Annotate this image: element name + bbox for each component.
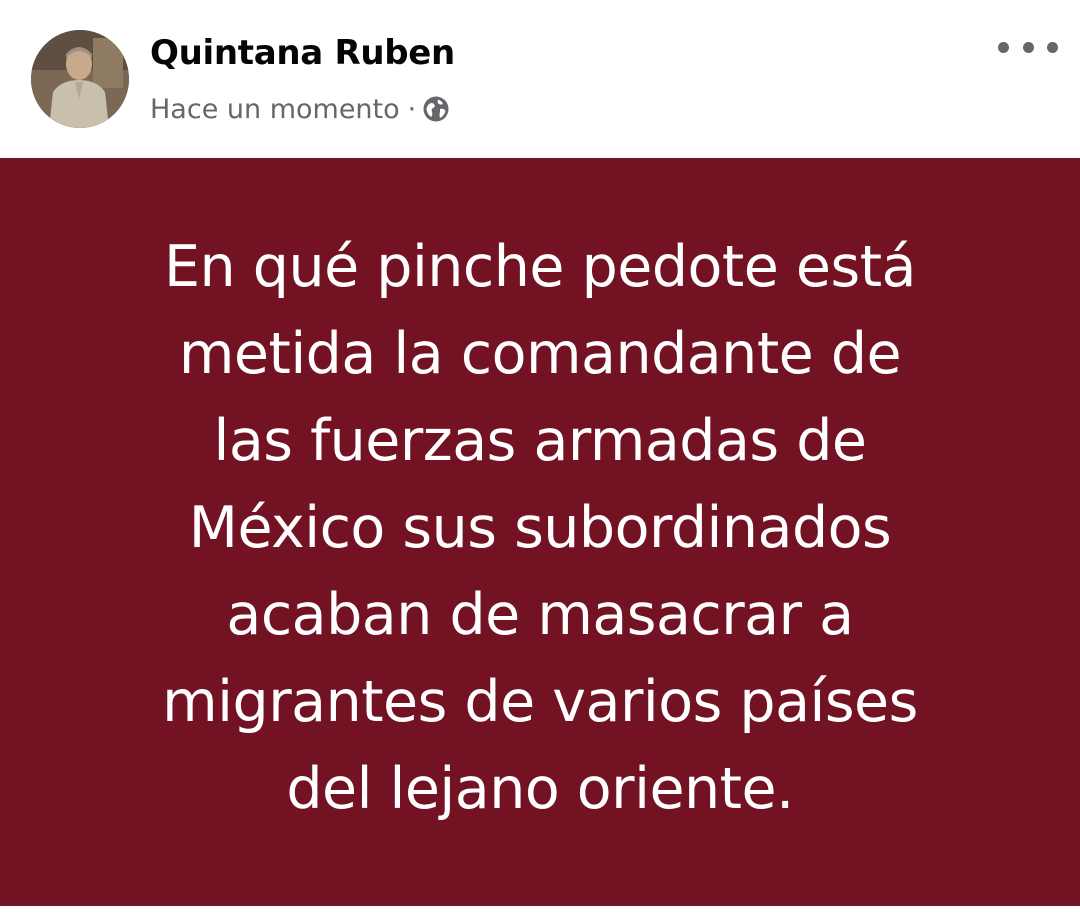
more-dot-icon [998, 41, 1009, 53]
post-text-line: metida la comandante de [178, 320, 902, 387]
author-avatar[interactable] [31, 30, 129, 128]
post-options-button[interactable] [998, 30, 1058, 64]
avatar-photo [31, 30, 129, 128]
post-text-line: del lejano oriente. [286, 755, 794, 822]
globe-icon[interactable] [422, 95, 450, 123]
post-bottom-edge [0, 906, 1080, 914]
more-dot-icon [1047, 41, 1058, 53]
post-text-line: migrantes de varios países [162, 668, 918, 735]
post-text: En qué pinche pedote está metida la coma… [60, 224, 1020, 833]
post-text-line: acaban de masacrar a [226, 581, 854, 648]
more-dot-icon [1022, 41, 1034, 53]
post-header: Quintana Ruben Hace un momento · [0, 0, 1080, 158]
post-meta: Hace un momento · [150, 90, 450, 128]
meta-separator: · [407, 93, 417, 125]
facebook-post: Quintana Ruben Hace un momento · En qué … [0, 0, 1080, 914]
post-text-line: En qué pinche pedote está [164, 233, 916, 300]
author-name[interactable]: Quintana Ruben [150, 31, 455, 75]
post-text-line: México sus subordinados [188, 494, 892, 561]
post-timestamp[interactable]: Hace un momento [150, 94, 400, 125]
colored-background-post: En qué pinche pedote está metida la coma… [0, 158, 1080, 906]
post-text-line: las fuerzas armadas de [213, 407, 867, 474]
